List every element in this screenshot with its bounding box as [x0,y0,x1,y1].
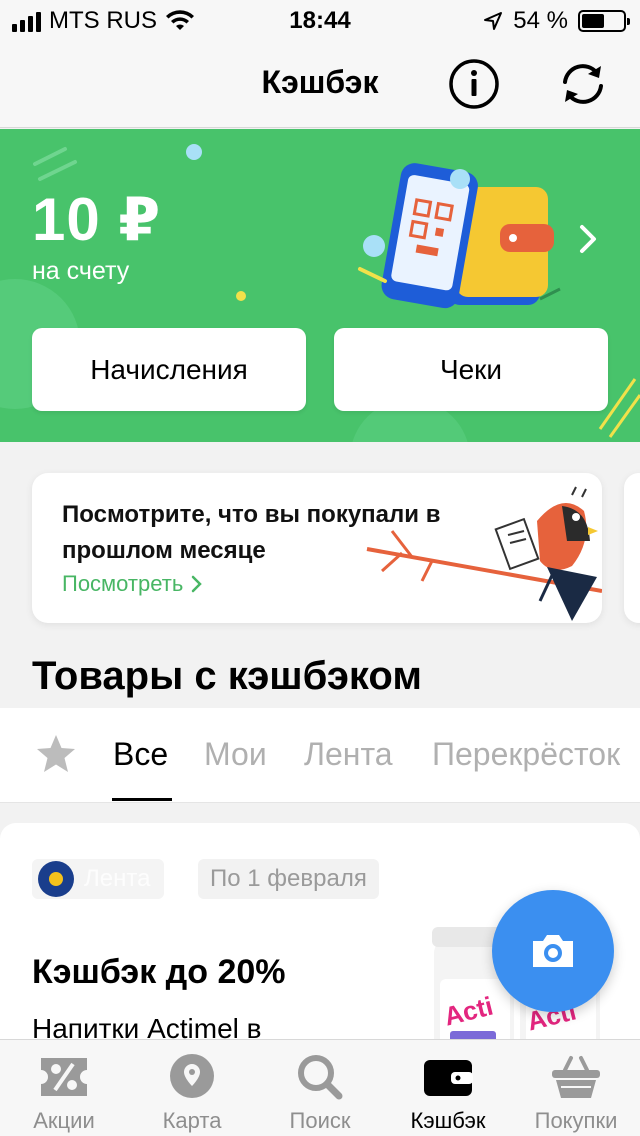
refresh-icon[interactable] [557,58,609,110]
decor-dot [186,144,202,160]
tab-perekrestok[interactable]: Перекрёсток [432,736,620,773]
tabbar-item-search[interactable]: Поиск [256,1040,384,1136]
offer-date-badge: По 1 февраля [198,859,379,899]
status-right: 54 % [483,7,630,35]
search-icon [298,1055,343,1100]
tab-mine[interactable]: Мои [204,736,267,773]
map-pin-icon [170,1054,214,1098]
tabbar-item-map[interactable]: Карта [128,1040,256,1136]
tabbar-item-purchases[interactable]: Покупки [512,1040,640,1136]
nav-bar: Кэшбэк [0,40,640,128]
phone-wallet-illustration [358,163,561,309]
decor-lines [598,378,640,438]
store-tabs: Все Мои Лента Перекрёсток [0,708,640,803]
bird-illustration [366,486,602,621]
store-name: Лента [84,865,151,892]
battery-icon [578,10,630,32]
receipts-button[interactable]: Чеки [334,328,608,411]
status-bar: MTS RUS 18:44 54 % [0,0,640,40]
store-badge: Лента [32,859,165,899]
location-arrow-icon [484,12,503,30]
bottom-tab-bar: Акции Карта Поиск Кэшбэк Покупки [0,1039,640,1136]
tabbar-label: Покупки [534,1108,618,1133]
tab-all[interactable]: Все [113,736,168,773]
active-tab-indicator [112,798,172,801]
tabbar-label: Поиск [289,1108,351,1133]
chevron-right-icon [192,575,203,593]
wallet-icon [424,1060,473,1096]
promo-card-next[interactable] [624,473,640,623]
basket-icon [552,1056,600,1098]
info-icon[interactable] [448,58,500,110]
balance-caption: на счету [32,257,130,285]
cashback-title: Кэшбэк до 20% [32,953,286,991]
tabbar-item-cashback[interactable]: Кэшбэк [384,1040,512,1136]
page-title: Кэшбэк [261,64,379,100]
tabbar-label: Карта [162,1108,222,1133]
star-icon[interactable] [34,732,78,776]
tabbar-label: Кэшбэк [410,1108,486,1133]
balance-amount: 10 ₽ [32,186,162,253]
accruals-button[interactable]: Начисления [32,328,306,411]
tabbar-item-promotions[interactable]: Акции [0,1040,128,1136]
tab-lenta[interactable]: Лента [304,736,393,773]
section-title: Товары с кэшбэком [32,654,422,698]
balance-banner[interactable]: 10 ₽ на счету Начисления Чеки [0,129,640,442]
decor-lines [33,147,77,181]
percent-ticket-icon [41,1058,87,1096]
battery-fill [582,14,604,28]
camera-icon [533,935,573,967]
store-logo-icon [38,861,74,897]
promo-link[interactable]: Посмотреть [62,571,203,597]
tabbar-label: Акции [33,1108,95,1133]
promo-card[interactable]: Посмотрите, что вы покупали в прошлом ме… [32,473,602,623]
chevron-right-icon[interactable] [574,221,602,257]
battery-percent: 54 % [513,7,568,34]
promo-link-label: Посмотреть [62,571,184,596]
decor-dot [236,291,246,301]
camera-scan-button[interactable] [492,890,614,1012]
